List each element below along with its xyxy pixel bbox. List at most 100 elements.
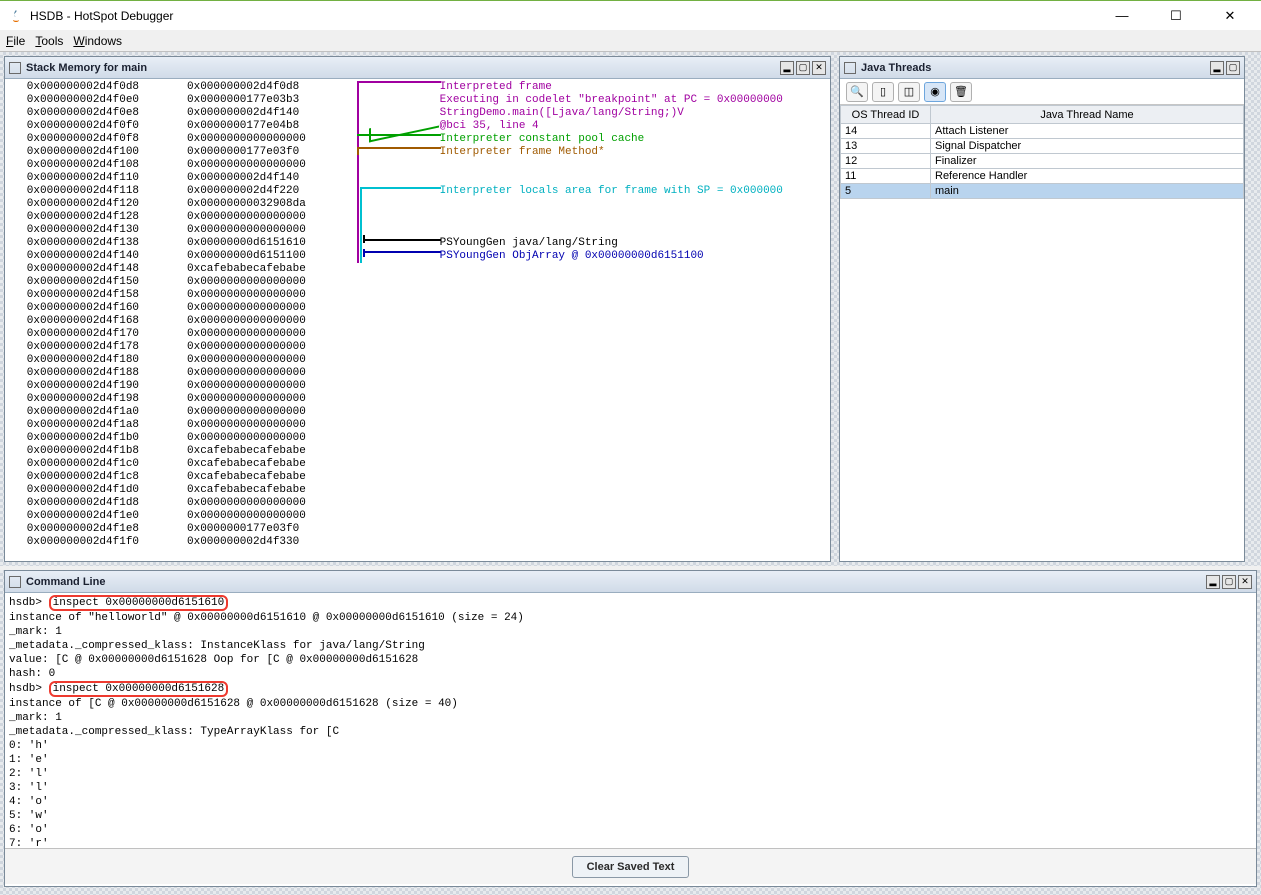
stack-addr: 0x000000002d4f160 xyxy=(7,302,187,315)
stack-row[interactable]: 0x000000002d4f1500x0000000000000000 xyxy=(7,276,828,289)
minimize-button[interactable]: — xyxy=(1107,1,1137,31)
iconify-button[interactable]: ▂ xyxy=(1210,61,1224,75)
frame-titlebar[interactable]: Command Line ▂ ▢ ✕ xyxy=(5,571,1256,593)
stack-row[interactable]: 0x000000002d4f1600x0000000000000000 xyxy=(7,302,828,315)
stack-row[interactable]: 0x000000002d4f1e80x0000000177e03f0 xyxy=(7,523,828,536)
memory-button[interactable]: ◫ xyxy=(898,82,920,102)
stack-row[interactable]: 0x000000002d4f1b00x0000000000000000 xyxy=(7,432,828,445)
cmd-line: 0: 'h' xyxy=(9,739,1252,753)
frame-titlebar[interactable]: Stack Memory for main ▂ ▢ ✕ xyxy=(5,57,830,79)
iconify-button[interactable]: ▂ xyxy=(1206,575,1220,589)
titlebar: HSDB - HotSpot Debugger — ☐ ✕ xyxy=(0,0,1261,30)
menu-file[interactable]: File xyxy=(6,34,25,48)
stack-val: 0x000000002d4f140 xyxy=(187,172,367,185)
cmd-line: 6: 'o' xyxy=(9,823,1252,837)
show-thread-button[interactable]: ◉ xyxy=(924,82,946,102)
stack-row[interactable]: 0x000000002d4f1900x0000000000000000 xyxy=(7,380,828,393)
stack-row[interactable]: 0x000000002d4f1680x0000000000000000 xyxy=(7,315,828,328)
stack-row[interactable]: 0x000000002d4f1880x0000000000000000 xyxy=(7,367,828,380)
stack-row[interactable]: 0x000000002d4f1480xcafebabecafebabe xyxy=(7,263,828,276)
clear-saved-text-button[interactable]: Clear Saved Text xyxy=(572,856,690,878)
stack-row[interactable]: 0x000000002d4f1200x00000000032908da xyxy=(7,198,828,211)
stack-desc xyxy=(367,159,440,172)
stack-row[interactable]: 0x000000002d4f1d00xcafebabecafebabe xyxy=(7,484,828,497)
stack-desc xyxy=(367,198,440,211)
inspect-button[interactable]: 🔍 xyxy=(846,82,868,102)
stack-row[interactable]: 0x000000002d4f1700x0000000000000000 xyxy=(7,328,828,341)
stack-val: 0xcafebabecafebabe xyxy=(187,263,367,276)
stack-val: 0x00000000d6151100 xyxy=(187,250,367,263)
table-row[interactable]: 12Finalizer xyxy=(841,154,1244,169)
find-crashes-button[interactable]: 🗑 xyxy=(950,82,972,102)
stack-row[interactable]: 0x000000002d4f1a80x0000000000000000 xyxy=(7,419,828,432)
stack-addr: 0x000000002d4f128 xyxy=(7,211,187,224)
close-button[interactable]: ✕ xyxy=(1215,1,1245,31)
stack-row[interactable]: 0x000000002d4f1800x0000000000000000 xyxy=(7,354,828,367)
stack-row[interactable]: 0x000000002d4f1e00x0000000000000000 xyxy=(7,510,828,523)
stack-addr: 0x000000002d4f188 xyxy=(7,367,187,380)
stack-row[interactable]: 0x000000002d4f1580x0000000000000000 xyxy=(7,289,828,302)
stack-body[interactable]: 0x000000002d4f0d80x000000002d4f0d8 Inter… xyxy=(5,79,830,563)
stack-val: 0x0000000000000000 xyxy=(187,419,367,432)
stack-row[interactable]: 0x000000002d4f1980x0000000000000000 xyxy=(7,393,828,406)
table-row[interactable]: 13Signal Dispatcher xyxy=(841,139,1244,154)
close-button[interactable]: ✕ xyxy=(1238,575,1252,589)
stack-val: 0x0000000000000000 xyxy=(187,354,367,367)
menu-tools[interactable]: Tools xyxy=(35,34,63,48)
table-row[interactable]: 11Reference Handler xyxy=(841,169,1244,184)
stack-val: 0x0000000000000000 xyxy=(187,224,367,237)
col-java-thread-name[interactable]: Java Thread Name xyxy=(931,106,1244,124)
frame-icon xyxy=(9,576,21,588)
stack-val: 0x0000000177e03b3 xyxy=(187,94,367,107)
stack-val: 0x0000000000000000 xyxy=(187,510,367,523)
menu-windows[interactable]: Windows xyxy=(73,34,122,48)
stack-addr: 0x000000002d4f168 xyxy=(7,315,187,328)
stack-row[interactable]: 0x000000002d4f1300x0000000000000000 xyxy=(7,224,828,237)
maximize-button[interactable]: ☐ xyxy=(1161,1,1191,31)
stack-row[interactable]: 0x000000002d4f1c80xcafebabecafebabe xyxy=(7,471,828,484)
frame-titlebar[interactable]: Java Threads ▂ ▢ xyxy=(840,57,1244,79)
stack-addr: 0x000000002d4f110 xyxy=(7,172,187,185)
stack-val: 0x0000000000000000 xyxy=(187,393,367,406)
stack-val: 0x0000000000000000 xyxy=(187,367,367,380)
maximize-button[interactable]: ▢ xyxy=(1222,575,1236,589)
stack-row[interactable]: 0x000000002d4f1c00xcafebabecafebabe xyxy=(7,458,828,471)
col-os-thread-id[interactable]: OS Thread ID xyxy=(841,106,931,124)
stack-val: 0x0000000177e03f0 xyxy=(187,523,367,536)
bracket-navy-v xyxy=(363,249,365,257)
stack-desc xyxy=(367,432,440,445)
bracket-navy xyxy=(363,251,441,253)
stack-row[interactable]: 0x000000002d4f1d80x0000000000000000 xyxy=(7,497,828,510)
frame-title: Java Threads xyxy=(861,62,1208,74)
stack-addr: 0x000000002d4f0f8 xyxy=(7,133,187,146)
close-button[interactable]: ✕ xyxy=(812,61,826,75)
iconify-button[interactable]: ▂ xyxy=(780,61,794,75)
cell-thread-name: Attach Listener xyxy=(931,124,1244,139)
stack-row[interactable]: 0x000000002d4f1280x0000000000000000 xyxy=(7,211,828,224)
stack-addr: 0x000000002d4f1c0 xyxy=(7,458,187,471)
bracket-top xyxy=(357,81,441,83)
bracket-brown xyxy=(357,147,441,149)
stack-addr: 0x000000002d4f170 xyxy=(7,328,187,341)
bracket-black xyxy=(363,239,441,241)
stack-desc xyxy=(367,367,440,380)
bracket-cyan-h xyxy=(360,187,441,189)
stack-row[interactable]: 0x000000002d4f1080x0000000000000000 xyxy=(7,159,828,172)
stack-row[interactable]: 0x000000002d4f0e00x0000000177e03b3 Execu… xyxy=(7,94,828,107)
stack-val: 0x0000000000000000 xyxy=(187,315,367,328)
stack-row[interactable]: 0x000000002d4f1780x0000000000000000 xyxy=(7,341,828,354)
threads-table[interactable]: OS Thread ID Java Thread Name 14Attach L… xyxy=(840,105,1244,561)
highlighted-command: inspect 0x00000000d6151610 xyxy=(49,595,229,611)
stack-row[interactable]: 0x000000002d4f1a00x0000000000000000 xyxy=(7,406,828,419)
maximize-button[interactable]: ▢ xyxy=(1226,61,1240,75)
stack-row[interactable]: 0x000000002d4f1f00x000000002d4f330 xyxy=(7,536,828,549)
cell-os-id: 14 xyxy=(841,124,931,139)
stack-val: 0xcafebabecafebabe xyxy=(187,458,367,471)
command-output[interactable]: hsdb> inspect 0x00000000d6151610instance… xyxy=(5,593,1256,848)
stack-button[interactable]: ▯ xyxy=(872,82,894,102)
stack-row[interactable]: 0x000000002d4f1100x000000002d4f140 xyxy=(7,172,828,185)
table-row[interactable]: 14Attach Listener xyxy=(841,124,1244,139)
stack-row[interactable]: 0x000000002d4f1b80xcafebabecafebabe xyxy=(7,445,828,458)
maximize-button[interactable]: ▢ xyxy=(796,61,810,75)
table-row[interactable]: 5main xyxy=(841,184,1244,199)
